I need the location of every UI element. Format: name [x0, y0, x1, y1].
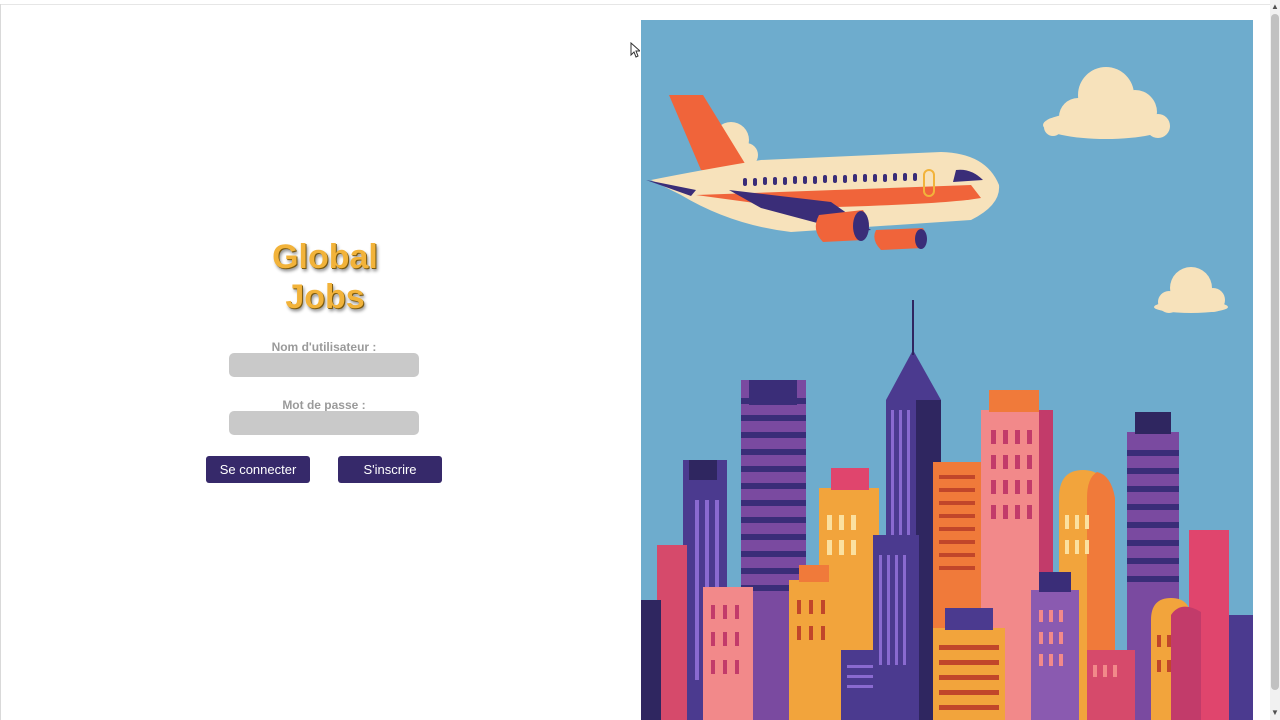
- scroll-up-icon[interactable]: ▲: [1270, 2, 1280, 12]
- username-input[interactable]: [229, 353, 419, 377]
- airplane-city-illustration: [641, 20, 1253, 720]
- scroll-down-icon[interactable]: ▼: [1270, 708, 1280, 718]
- password-label: Mot de passe :: [282, 398, 366, 412]
- login-button[interactable]: Se connecter: [206, 456, 310, 483]
- password-input[interactable]: [229, 411, 419, 435]
- brand-line-2: Jobs: [285, 278, 365, 316]
- scrollbar-thumb[interactable]: [1271, 14, 1279, 690]
- mouse-cursor-icon: [630, 42, 640, 58]
- brand-logo-text: Global Jobs: [225, 237, 425, 317]
- username-label: Nom d'utilisateur :: [271, 340, 377, 354]
- login-panel: Global Jobs Nom d'utilisateur : Mot de p…: [0, 0, 640, 720]
- brand-line-1: Global: [272, 238, 378, 276]
- signup-button[interactable]: S'inscrire: [338, 456, 442, 483]
- hero-illustration: [641, 20, 1253, 720]
